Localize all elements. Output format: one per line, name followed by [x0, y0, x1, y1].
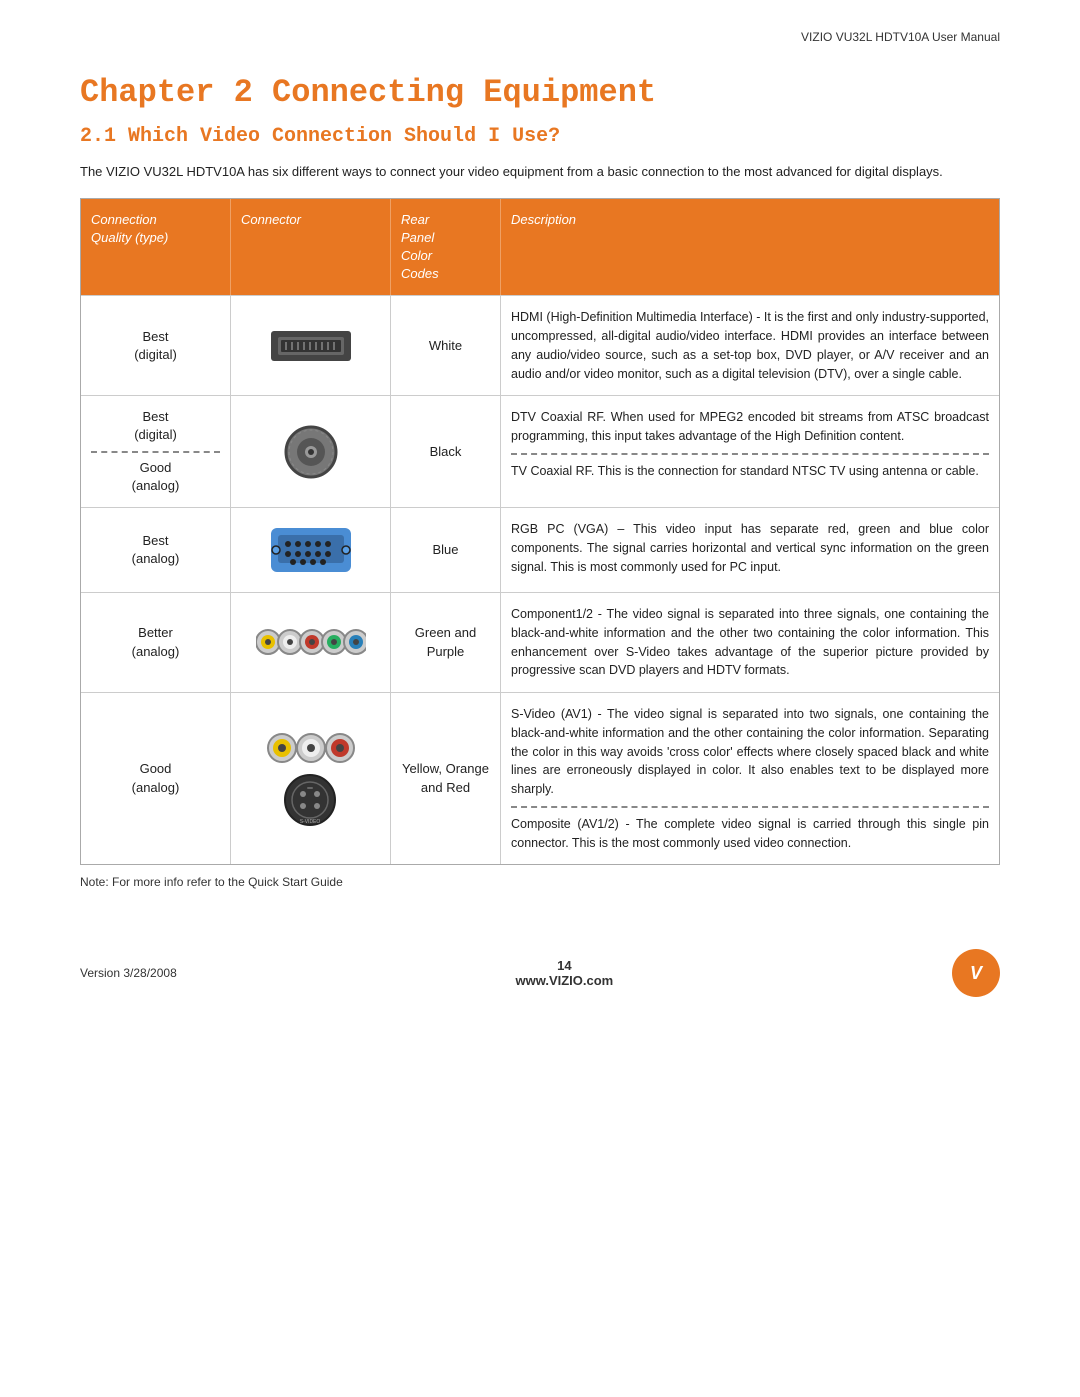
desc-component: Component1/2 - The video signal is separ… [501, 593, 999, 692]
col-color-header: RearPanelColorCodes [391, 199, 501, 296]
desc-vga: RGB PC (VGA) – This video input has sepa… [501, 508, 999, 592]
desc-svideo: S-Video (AV1) - The video signal is sepa… [501, 693, 999, 864]
connector-rf [231, 396, 391, 507]
svideo-icon: S-VIDEO [283, 773, 338, 828]
quality-component: Better (analog) [81, 593, 231, 692]
chapter-title: Chapter 2 Connecting Equipment [80, 74, 1000, 111]
svg-text:S-VIDEO: S-VIDEO [300, 819, 321, 825]
col-connector-header: Connector [231, 199, 391, 296]
col-description-header: Description [501, 199, 999, 296]
table-row: Best (digital) White [81, 295, 999, 395]
section-title: 2.1 Which Video Connection Should I Use? [80, 125, 1000, 148]
hdmi-connector-icon [266, 321, 356, 371]
rca-trio-icon [266, 729, 356, 767]
footer-page-number: 14 [515, 958, 613, 973]
intro-text: The VIZIO VU32L HDTV10A has six differen… [80, 162, 1000, 182]
connector-hdmi [231, 296, 391, 395]
desc-divider [511, 453, 989, 455]
rf-connector-icon [281, 422, 341, 482]
connection-table: ConnectionQuality (type) Connector RearP… [80, 198, 1000, 866]
table-row: Good (analog) [81, 692, 999, 864]
quality-divider [91, 451, 220, 453]
footer-version: Version 3/28/2008 [80, 966, 177, 980]
page-footer: Version 3/28/2008 14 www.VIZIO.com V [80, 949, 1000, 997]
vga-connector-icon [266, 520, 356, 580]
quality-hdmi: Best (digital) [81, 296, 231, 395]
table-row: Best (analog) [81, 507, 999, 592]
desc-divider-2 [511, 806, 989, 808]
quality-rf: Best (digital) Good (analog) [81, 396, 231, 507]
table-row: Best (digital) Good (analog) Black DTV C… [81, 395, 999, 507]
desc-hdmi: HDMI (High-Definition Multimedia Interfa… [501, 296, 999, 395]
vizio-logo: V [952, 949, 1000, 997]
footer-center: 14 www.VIZIO.com [515, 958, 613, 988]
connector-svideo-composite: S-VIDEO [231, 693, 391, 864]
quality-vga: Best (analog) [81, 508, 231, 592]
table-row: Better (analog) [81, 592, 999, 692]
col-quality-header: ConnectionQuality (type) [81, 199, 231, 296]
note-text: Note: For more info refer to the Quick S… [80, 875, 1000, 889]
quality-svideo: Good (analog) [81, 693, 231, 864]
table-header-row: ConnectionQuality (type) Connector RearP… [81, 199, 999, 296]
color-hdmi: White [391, 296, 501, 395]
color-vga: Blue [391, 508, 501, 592]
color-component: Green and Purple [391, 593, 501, 692]
desc-rf: DTV Coaxial RF. When used for MPEG2 enco… [501, 396, 999, 507]
color-rf: Black [391, 396, 501, 507]
connector-vga [231, 508, 391, 592]
page-header: VIZIO VU32L HDTV10A User Manual [80, 30, 1000, 44]
footer-website: www.VIZIO.com [515, 973, 613, 988]
manual-title: VIZIO VU32L HDTV10A User Manual [801, 30, 1000, 44]
color-svideo: Yellow, Orange and Red [391, 693, 501, 864]
connector-component [231, 593, 391, 692]
component-connector-icon [256, 620, 366, 665]
